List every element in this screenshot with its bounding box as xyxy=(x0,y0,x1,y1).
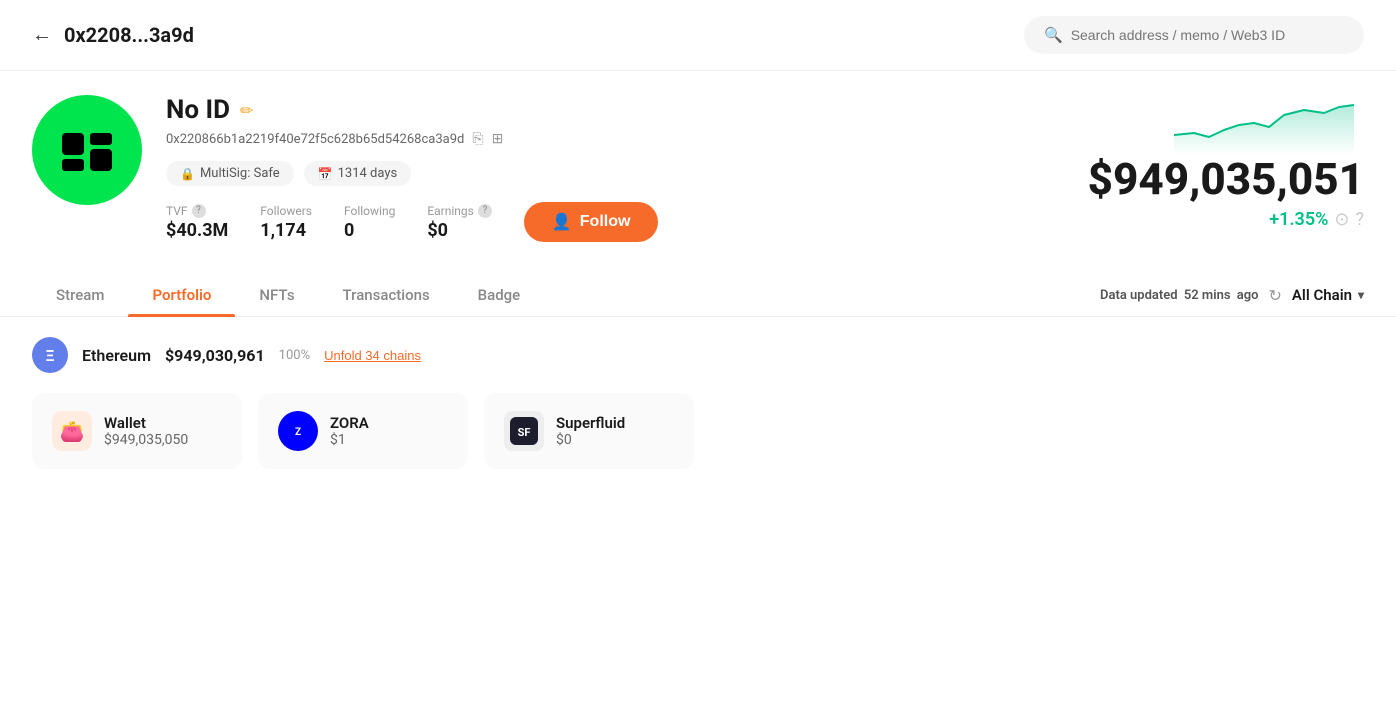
svg-text:Z: Z xyxy=(295,427,301,438)
tabs-left: Stream Portfolio NFTs Transactions Badge xyxy=(32,274,544,316)
stat-earnings: Earnings ? $0 xyxy=(427,204,492,241)
tab-transactions[interactable]: Transactions xyxy=(319,274,454,316)
sparkline-chart xyxy=(1174,95,1354,155)
chevron-down-icon: ▾ xyxy=(1358,288,1364,302)
zora-name: ZORA xyxy=(330,414,369,432)
copy-icon[interactable]: ⎘ xyxy=(472,131,483,147)
tvf-value: $40.3M xyxy=(166,220,228,241)
unfold-button[interactable]: Unfold 34 chains xyxy=(324,348,421,363)
stat-following: Following 0 xyxy=(344,204,395,241)
search-icon: 🔍 xyxy=(1044,26,1063,44)
data-updated: Data updated 52 mins ago xyxy=(1100,288,1259,303)
qr-icon[interactable]: ⊞ xyxy=(492,131,504,147)
address-title: 0x2208...3a9d xyxy=(64,23,194,47)
stat-tvf: TVF ? $40.3M xyxy=(166,204,228,241)
superfluid-info: Superfluid $0 xyxy=(556,414,625,448)
superfluid-icon: SF xyxy=(504,411,544,451)
tab-portfolio[interactable]: Portfolio xyxy=(128,274,235,316)
tag-multisig: 🔒 MultiSig: Safe xyxy=(166,161,294,186)
portfolio-content: Ξ Ethereum $949,030,961 100% Unfold 34 c… xyxy=(0,317,1396,489)
wallet-name: Wallet xyxy=(104,414,188,432)
back-button[interactable]: ← xyxy=(32,24,52,47)
balance-amount: $949,035,051 xyxy=(1088,155,1364,203)
zora-info: ZORA $1 xyxy=(330,414,369,448)
balance-percent: +1.35% xyxy=(1269,209,1328,230)
wallet-value: $949,035,050 xyxy=(104,432,188,448)
edit-icon[interactable]: ✏ xyxy=(240,101,253,120)
following-value: 0 xyxy=(344,220,395,241)
wallet-info: Wallet $949,035,050 xyxy=(104,414,188,448)
balance-info-icon[interactable]: ⊙ xyxy=(1334,209,1349,230)
followers-value: 1,174 xyxy=(260,220,312,241)
token-cards: 👛 Wallet $949,035,050 Z ZORA $1 xyxy=(32,393,1364,469)
tvf-label: TVF ? xyxy=(166,204,228,218)
balance-section: $949,035,051 +1.35% ⊙ ? xyxy=(1088,95,1364,230)
chain-row: Ξ Ethereum $949,030,961 100% Unfold 34 c… xyxy=(32,337,1364,373)
user-plus-icon: 👤 xyxy=(552,212,572,232)
balance-change: +1.35% ⊙ ? xyxy=(1088,209,1364,230)
superfluid-name: Superfluid xyxy=(556,414,625,432)
chain-selector[interactable]: All Chain ▾ xyxy=(1292,286,1364,304)
earnings-label: Earnings ? xyxy=(427,204,492,218)
zora-icon: Z xyxy=(278,411,318,451)
balance-help-icon[interactable]: ? xyxy=(1355,209,1364,230)
profile-section: No ID ✏ 0x220866b1a2219f40e72f5c628b65d5… xyxy=(0,71,1396,242)
followers-label: Followers xyxy=(260,204,312,218)
tabs-section: Stream Portfolio NFTs Transactions Badge… xyxy=(0,274,1396,317)
search-bar[interactable]: 🔍 xyxy=(1024,16,1364,54)
tab-nfts[interactable]: NFTs xyxy=(235,274,318,316)
tag-days: 📅 1314 days xyxy=(304,161,412,186)
stat-followers: Followers 1,174 xyxy=(260,204,312,241)
avatar xyxy=(32,95,142,205)
full-address: 0x220866b1a2219f40e72f5c628b65d54268ca3a… xyxy=(166,132,464,147)
wallet-icon: 👛 xyxy=(52,411,92,451)
ethereum-logo: Ξ xyxy=(32,337,68,373)
header-left: ← 0x2208...3a9d xyxy=(32,23,194,47)
tvf-help-icon[interactable]: ? xyxy=(192,204,206,218)
follow-button[interactable]: 👤 Follow xyxy=(524,202,659,242)
earnings-value: $0 xyxy=(427,220,492,241)
search-input[interactable] xyxy=(1071,27,1344,43)
following-label: Following xyxy=(344,204,395,218)
tab-stream[interactable]: Stream xyxy=(32,274,128,316)
token-card-zora: Z ZORA $1 xyxy=(258,393,468,469)
token-card-wallet: 👛 Wallet $949,035,050 xyxy=(32,393,242,469)
chain-value: $949,030,961 xyxy=(165,346,265,365)
profile-name: No ID xyxy=(166,95,230,125)
svg-text:SF: SF xyxy=(518,426,531,439)
data-updated-time: 52 mins xyxy=(1184,288,1231,303)
chain-name: Ethereum xyxy=(82,346,151,365)
calendar-icon: 📅 xyxy=(318,167,333,181)
tabs-right: Data updated 52 mins ago ↻ All Chain ▾ xyxy=(1100,286,1364,305)
chain-pct: 100% xyxy=(279,348,310,363)
zora-value: $1 xyxy=(330,432,369,448)
header: ← 0x2208...3a9d 🔍 xyxy=(0,0,1396,71)
tab-badge[interactable]: Badge xyxy=(454,274,545,316)
refresh-icon[interactable]: ↻ xyxy=(1269,286,1282,305)
superfluid-value: $0 xyxy=(556,432,625,448)
lock-icon: 🔒 xyxy=(180,167,195,181)
earnings-help-icon[interactable]: ? xyxy=(478,204,492,218)
token-card-superfluid: SF Superfluid $0 xyxy=(484,393,694,469)
